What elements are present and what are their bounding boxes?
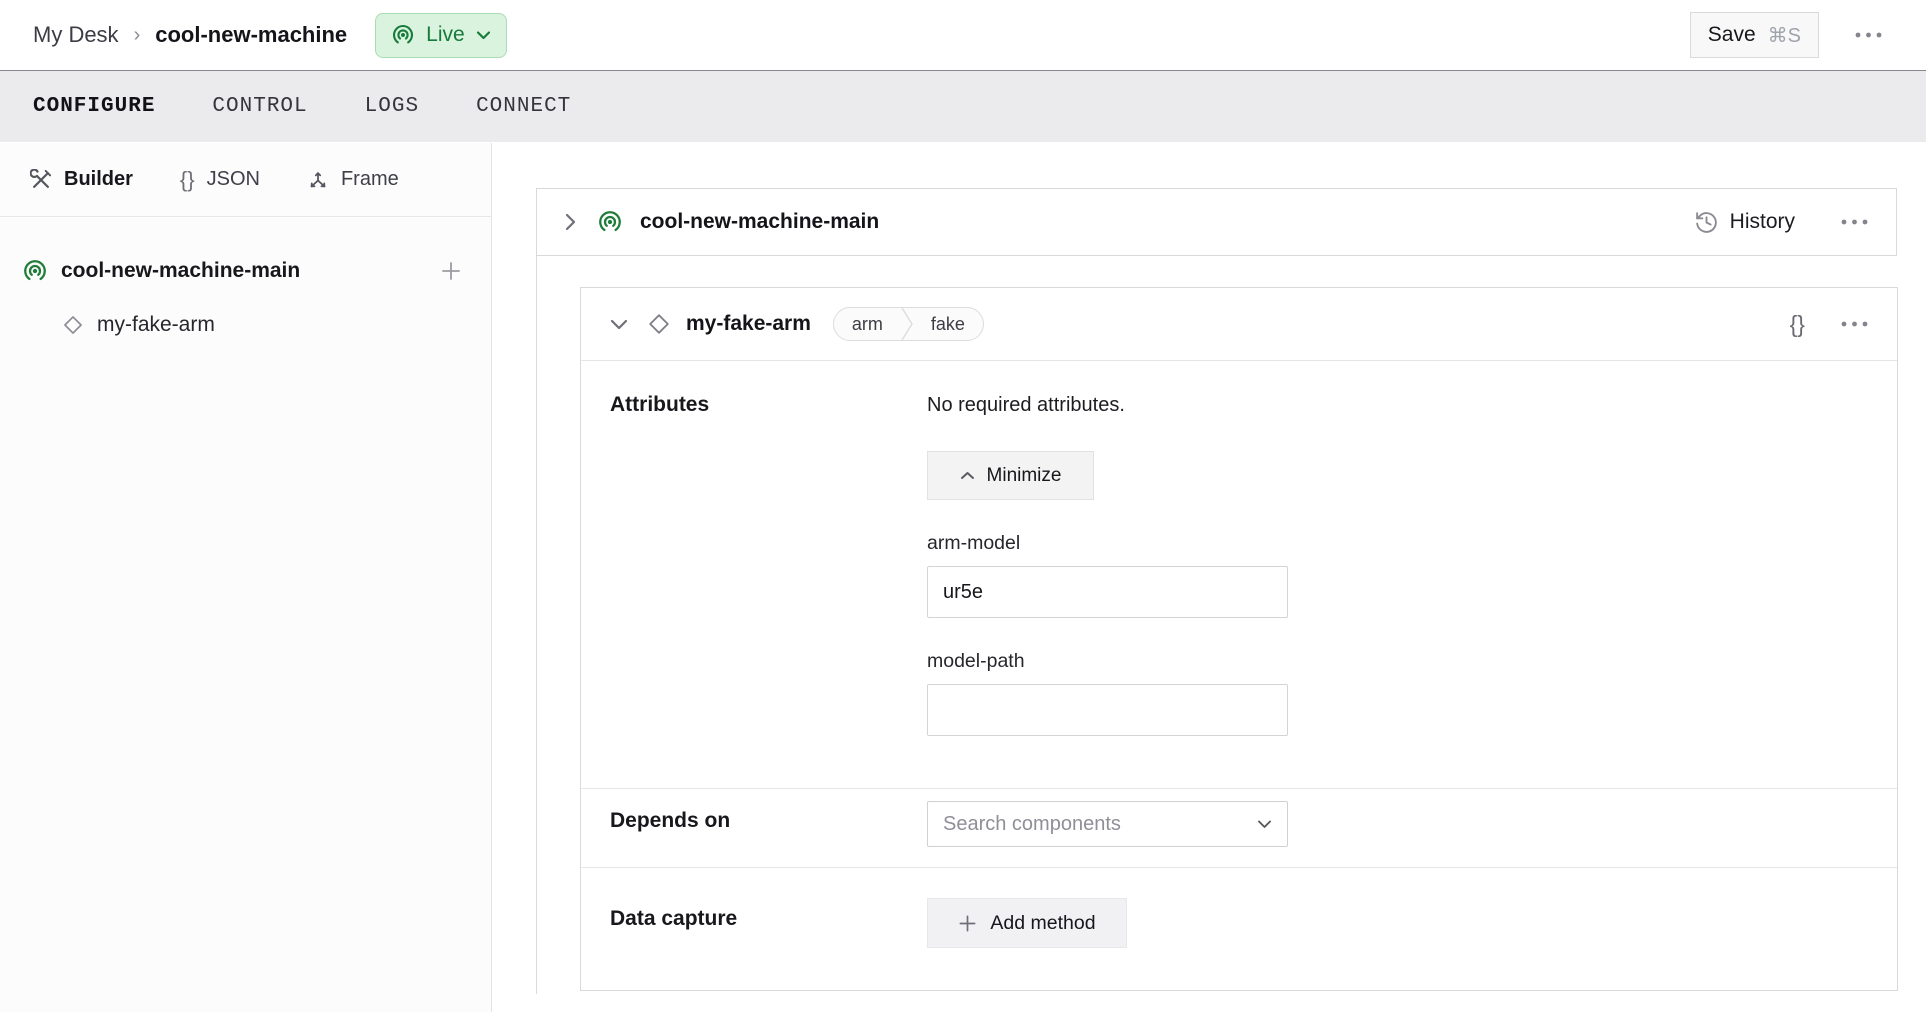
mode-tab-builder[interactable]: Builder: [30, 168, 133, 191]
app-header: My Desk › cool-new-machine Live Save ⌘: [0, 0, 1926, 71]
expand-machine-part-button[interactable]: [561, 209, 580, 235]
chevron-up-icon: [960, 471, 975, 480]
plus-icon: [958, 914, 977, 933]
add-method-button-label: Add method: [990, 912, 1095, 935]
config-sidebar: Builder {} JSON Frame: [0, 143, 492, 1012]
save-shortcut-hint: ⌘S: [1768, 23, 1801, 48]
history-button[interactable]: History: [1688, 209, 1801, 236]
component-menu-button[interactable]: [1837, 317, 1872, 331]
save-button[interactable]: Save ⌘S: [1690, 12, 1819, 58]
chevron-down-icon: [610, 319, 628, 330]
chevron-down-icon: [1257, 819, 1272, 829]
frame-axes-icon: [307, 169, 329, 191]
live-status-dropdown[interactable]: Live: [375, 13, 507, 58]
tab-logs[interactable]: LOGS: [365, 95, 419, 118]
machine-part-menu-button[interactable]: [1837, 215, 1872, 229]
model-path-input[interactable]: [927, 684, 1288, 736]
ellipsis-icon: [1841, 321, 1868, 327]
plus-icon: [439, 259, 463, 283]
tree-item-my-fake-arm[interactable]: my-fake-arm: [0, 299, 491, 351]
tree-item-machine-part[interactable]: cool-new-machine-main: [0, 243, 491, 299]
attributes-section-label: Attributes: [581, 393, 927, 736]
history-button-label: History: [1730, 210, 1795, 234]
component-tree: cool-new-machine-main my-fake-arm: [0, 217, 491, 351]
depends-on-placeholder: Search components: [943, 813, 1121, 836]
component-type-badge: arm fake: [833, 307, 984, 341]
tree-connector-line: [536, 256, 537, 994]
braces-icon: {}: [180, 167, 195, 193]
viam-live-icon: [391, 23, 415, 47]
minimize-button-label: Minimize: [987, 465, 1062, 487]
breadcrumb-parent-link[interactable]: My Desk: [33, 22, 119, 48]
mode-tab-frame[interactable]: Frame: [307, 168, 399, 191]
tree-item-machine-part-label: cool-new-machine-main: [61, 259, 300, 283]
field-label-arm-model: arm-model: [927, 532, 1897, 555]
tree-item-my-fake-arm-label: my-fake-arm: [97, 313, 215, 337]
breadcrumb-machine-name: cool-new-machine: [155, 22, 347, 48]
field-label-model-path: model-path: [927, 650, 1897, 673]
no-required-attributes-text: No required attributes.: [927, 393, 1897, 418]
badge-type: arm: [834, 308, 901, 340]
config-main-area: cool-new-machine-main History: [492, 143, 1926, 1012]
component-diamond-icon: [62, 314, 84, 336]
badge-divider-chevron: [901, 308, 913, 340]
viam-part-icon: [22, 258, 48, 284]
history-clock-icon: [1694, 210, 1719, 235]
add-method-button[interactable]: Add method: [927, 898, 1127, 948]
mode-tab-frame-label: Frame: [341, 168, 399, 191]
breadcrumb-separator: ›: [134, 24, 141, 47]
mode-tab-builder-label: Builder: [64, 168, 133, 191]
minimize-attributes-button[interactable]: Minimize: [927, 451, 1094, 500]
component-card-my-fake-arm: my-fake-arm arm fake {}: [580, 287, 1898, 991]
add-component-button[interactable]: [437, 257, 465, 285]
viam-part-icon: [597, 209, 623, 235]
component-json-button[interactable]: {}: [1786, 307, 1809, 342]
chevron-right-icon: [565, 213, 576, 231]
badge-model: fake: [913, 308, 983, 340]
header-actions: Save ⌘S: [1690, 12, 1886, 58]
viam-configure-page: My Desk › cool-new-machine Live Save ⌘: [0, 0, 1926, 1012]
chevron-down-icon: [476, 30, 491, 40]
mode-tab-json[interactable]: {} JSON: [180, 167, 260, 193]
data-capture-section: Data capture Add method: [581, 867, 1897, 990]
depends-on-search-select[interactable]: Search components: [927, 801, 1288, 847]
collapse-component-button[interactable]: [606, 315, 632, 334]
tab-control[interactable]: CONTROL: [212, 95, 307, 118]
tab-connect[interactable]: CONNECT: [476, 95, 571, 118]
machine-nav-tabs: CONFIGURE CONTROL LOGS CONNECT: [0, 71, 1926, 142]
attributes-section: Attributes No required attributes. Minim…: [581, 360, 1897, 788]
depends-on-section-label: Depends on: [581, 801, 927, 847]
tools-icon: [30, 169, 52, 191]
component-diamond-icon: [647, 312, 671, 336]
machine-part-card: cool-new-machine-main History: [536, 188, 1897, 256]
component-card-header: my-fake-arm arm fake {}: [581, 288, 1897, 360]
save-button-label: Save: [1708, 23, 1756, 47]
header-overflow-menu-button[interactable]: [1851, 28, 1886, 42]
data-capture-section-label: Data capture: [581, 898, 927, 948]
mode-tab-json-label: JSON: [207, 168, 260, 191]
arm-model-input[interactable]: [927, 566, 1288, 618]
depends-on-section: Depends on Search components: [581, 788, 1897, 867]
live-status-label: Live: [426, 23, 465, 47]
braces-icon: {}: [1790, 311, 1805, 338]
machine-part-title: cool-new-machine-main: [640, 210, 879, 234]
ellipsis-icon: [1841, 219, 1868, 225]
component-title: my-fake-arm: [686, 312, 811, 336]
tab-configure[interactable]: CONFIGURE: [33, 95, 155, 118]
ellipsis-icon: [1855, 32, 1882, 38]
sidebar-mode-tabs: Builder {} JSON Frame: [0, 143, 491, 217]
